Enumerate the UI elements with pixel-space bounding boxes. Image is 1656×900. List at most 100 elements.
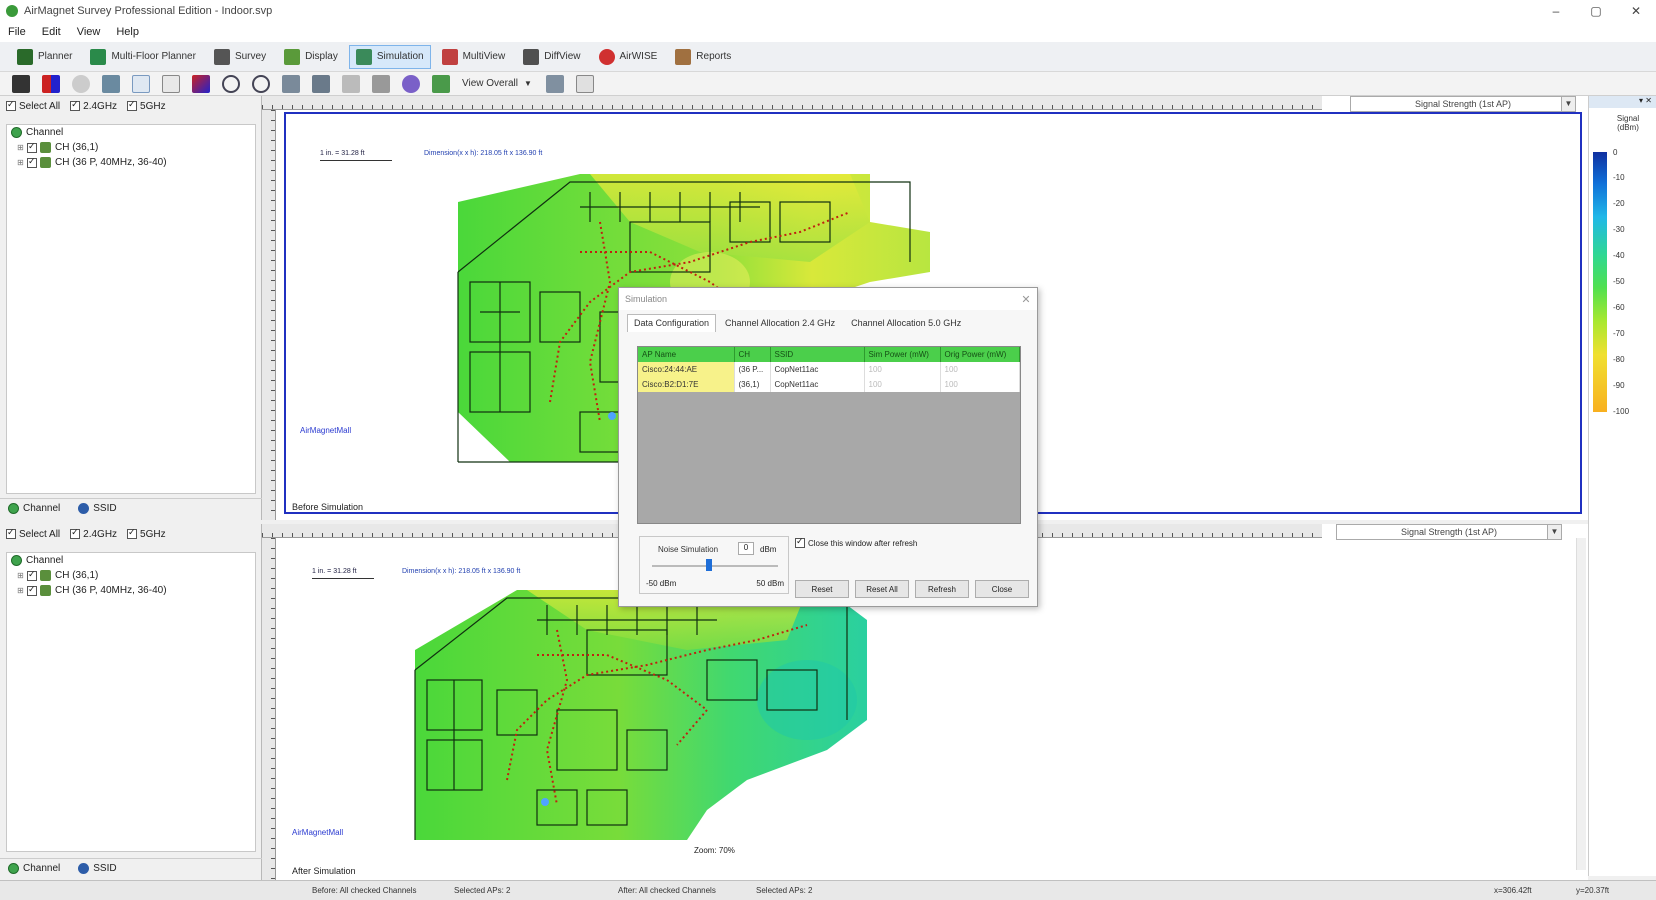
view-select[interactable]: View Overall ▼ [462,78,532,89]
multiview-icon [441,48,458,65]
tab-channel[interactable]: Channel [8,503,60,514]
ap-settings-icon[interactable] [402,74,420,93]
ap-name-cell[interactable]: Cisco:B2:D1:7E [638,377,735,392]
tab-data-configuration[interactable]: Data Configuration [627,314,717,332]
tree-item-ch36p[interactable]: ⊞CH (36 P, 40MHz, 36-40) [7,155,255,170]
ap-name-cell[interactable]: Cisco:24:44:AE [638,362,735,377]
checkbox-icon[interactable] [27,156,37,168]
table-row[interactable]: Cisco:B2:D1:7E (36,1) CopNet11ac 100 100 [638,377,1020,392]
close-window-button[interactable]: ✕ [1616,4,1656,18]
zoom-in-icon[interactable] [222,74,240,93]
column-header[interactable]: AP Name [638,347,735,362]
expand-icon[interactable]: ⊞ [17,586,27,595]
display-icon [284,48,301,65]
maximize-button[interactable]: ▢ [1576,4,1616,18]
tree-root-channel[interactable]: Channel [7,125,255,140]
select-all-checkbox[interactable]: Select All [6,99,60,112]
dialog-title-bar[interactable]: Simulation ✕ [619,288,1037,310]
mode-multiview-button[interactable]: MultiView [435,45,513,69]
ssid-cell[interactable]: CopNet11ac [770,362,865,377]
band-5-checkbox[interactable]: 5GHz [127,527,166,540]
layout-split-icon[interactable] [162,74,180,93]
mode-planner-button[interactable]: Planner [10,45,79,69]
menu-edit[interactable]: Edit [42,26,61,38]
tab-channel[interactable]: Channel [8,863,60,874]
noise-slider-track[interactable] [652,565,778,567]
checkbox-icon[interactable] [27,569,37,581]
column-header[interactable]: SSID [770,347,865,362]
zoom-fit-icon[interactable] [282,74,300,93]
dialog-close-icon[interactable]: ✕ [1015,293,1037,306]
channel-cell[interactable]: (36 P... [734,362,771,377]
close-button[interactable]: Close [975,580,1029,598]
mode-multi-floor-planner-button[interactable]: Multi-Floor Planner [83,45,202,69]
settings-tool-icon[interactable] [545,74,564,93]
pointer-icon[interactable] [342,74,360,93]
band-24-checkbox[interactable]: 2.4GHz [70,99,117,112]
menu-file[interactable]: File [8,26,26,38]
ap-label: AirMagnetMall [292,828,344,837]
expand-icon[interactable]: ⊞ [17,571,27,580]
expand-icon[interactable]: ⊞ [17,143,27,152]
band-5-checkbox[interactable]: 5GHz [127,99,166,112]
multi-floor-icon [90,48,107,65]
tree-item-ch36-1[interactable]: ⊞CH (36,1) [7,568,255,583]
mode-display-button[interactable]: Display [277,45,345,69]
checkbox-icon[interactable] [27,584,37,596]
channel-color-icon[interactable] [192,74,210,93]
checkbox-icon [70,99,81,111]
column-header[interactable]: Sim Power (mW) [864,347,941,362]
refresh-button[interactable]: Refresh [915,580,969,598]
ssid-cell[interactable]: CopNet11ac [770,377,865,392]
column-header[interactable]: CH [734,347,771,362]
diffview-icon [523,48,540,65]
expand-icon[interactable]: ⊞ [17,158,27,167]
circle-tool-icon[interactable] [72,74,90,93]
save-icon[interactable] [12,74,30,93]
tab-channel-allocation-24[interactable]: Channel Allocation 2.4 GHz [718,314,842,332]
access-point-marker[interactable] [541,798,549,806]
minimize-button[interactable]: – [1536,4,1576,18]
tab-ssid[interactable]: SSID [78,503,117,514]
mode-survey-button[interactable]: Survey [207,45,273,69]
mode-airwise-button[interactable]: AirWISE [592,45,665,69]
column-header[interactable]: Orig Power (mW) [940,347,1020,362]
band-24-checkbox[interactable]: 2.4GHz [70,527,117,540]
document-icon[interactable] [575,74,594,93]
layout-single-icon[interactable] [132,74,150,93]
mode-diffview-button[interactable]: DiffView [516,45,587,69]
sim-power-cell[interactable]: 100 [864,377,941,392]
tab-channel-allocation-50[interactable]: Channel Allocation 5.0 GHz [844,314,968,332]
reset-all-button[interactable]: Reset All [855,580,909,598]
mode-reports-button[interactable]: Reports [668,45,738,69]
close-icon[interactable]: ✕ [1645,96,1652,105]
menu-help[interactable]: Help [116,26,139,38]
noise-value-input[interactable]: 0 [738,542,754,555]
close-after-refresh-checkbox[interactable]: Close this window after refresh [795,536,917,548]
noise-slider-thumb[interactable] [706,559,712,571]
sim-power-cell[interactable]: 100 [864,362,941,377]
map-icon[interactable] [432,74,450,93]
tree-root-channel[interactable]: Channel [7,553,255,568]
select-all-checkbox[interactable]: Select All [6,527,60,540]
reset-button[interactable]: Reset [795,580,849,598]
mode-simulation-button[interactable]: Simulation [348,44,431,69]
channel-cell[interactable]: (36,1) [734,377,771,392]
measure-icon[interactable] [372,74,390,93]
zoom-area-icon[interactable] [312,74,330,93]
flag-icon[interactable] [42,74,60,93]
access-point-marker[interactable] [608,412,616,420]
image-icon[interactable] [102,74,120,93]
tab-ssid[interactable]: SSID [78,863,117,874]
menu-view[interactable]: View [77,26,101,38]
table-row[interactable]: Cisco:24:44:AE (36 P... CopNet11ac 100 1… [638,362,1020,377]
zoom-out-icon[interactable] [252,74,270,93]
tree-item-ch36p[interactable]: ⊞CH (36 P, 40MHz, 36-40) [7,583,255,598]
pane-label-before: Before Simulation [292,502,364,512]
tree-item-ch36-1[interactable]: ⊞CH (36,1) [7,140,255,155]
signal-strength-select[interactable]: Signal Strength (1st AP) ▼ [1336,524,1562,540]
vertical-scrollbar[interactable] [1576,538,1586,870]
pin-icon[interactable]: ▾ [1639,96,1643,105]
signal-strength-select[interactable]: Signal Strength (1st AP) ▼ [1350,96,1576,112]
checkbox-icon[interactable] [27,141,37,153]
